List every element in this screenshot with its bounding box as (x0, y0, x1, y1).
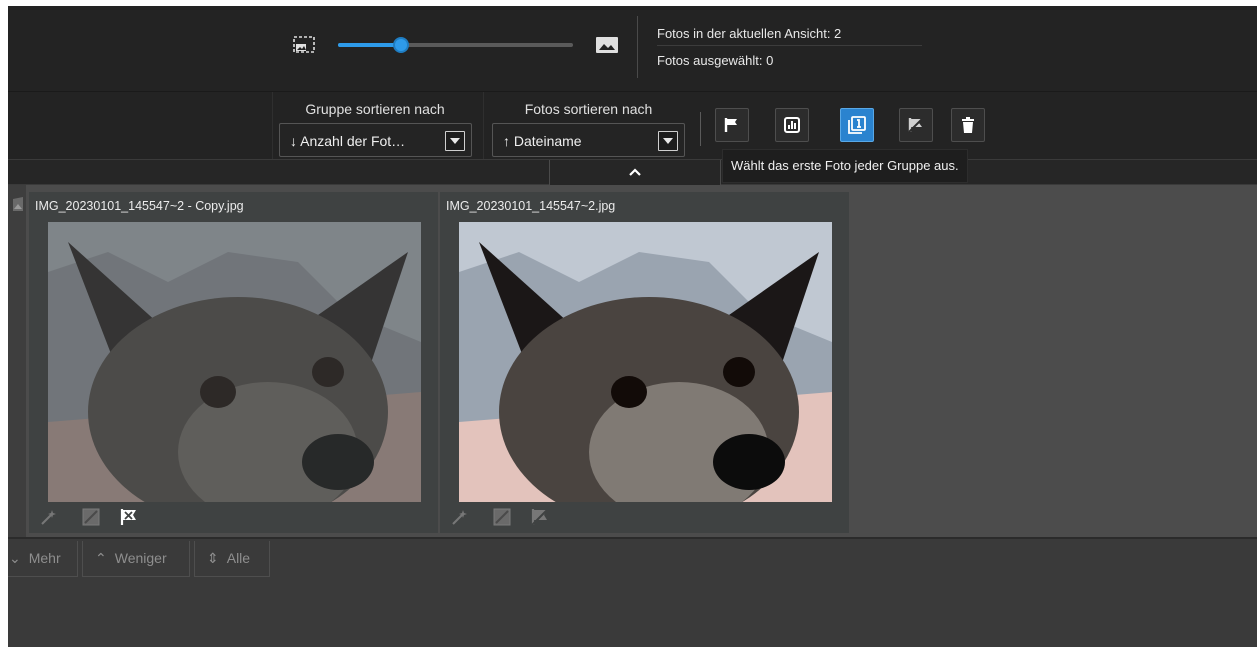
photo-thumbnail[interactable] (459, 222, 832, 502)
group-sort-value: ↓ Anzahl der Fot… (290, 133, 406, 149)
group-sort-select[interactable]: ↓ Anzahl der Fot… (279, 123, 472, 157)
photo-filename: IMG_20230101_145547~2.jpg (446, 199, 616, 213)
app-window: Fotos in der aktuellen Ansicht: 2 Fotos … (8, 6, 1257, 647)
photos-selected-count: Fotos ausgewählt: 0 (657, 53, 774, 68)
photo-sort-select[interactable]: ↑ Dateiname (492, 123, 685, 157)
top-bar: Fotos in der aktuellen Ansicht: 2 Fotos … (8, 6, 1257, 91)
group-sort-label: Gruppe sortieren nach (305, 101, 445, 117)
photo-group-area: IMG_20230101_145547~2 - Copy.jpg IMG_202… (8, 185, 1257, 537)
zoom-slider-handle[interactable] (393, 37, 410, 53)
select-first-button[interactable] (840, 108, 874, 142)
photo-sort-section: Fotos sortieren nach ↑ Dateiname (483, 92, 693, 160)
chart-icon (784, 117, 800, 133)
collapse-row (8, 159, 1257, 185)
zoom-in-icon[interactable] (595, 35, 619, 55)
zoom-slider[interactable] (338, 37, 573, 53)
image-icon (13, 197, 23, 211)
expand-vertical-icon: ⇕ (207, 550, 219, 566)
unflag-button[interactable] (899, 108, 933, 142)
collapse-toolbar-button[interactable] (549, 160, 721, 185)
photo-sort-value: ↑ Dateiname (503, 133, 582, 149)
show-more-button[interactable]: ⌄ Mehr (8, 541, 78, 577)
flag-icon[interactable] (119, 507, 139, 527)
photo-filename: IMG_20230101_145547~2 - Copy.jpg (35, 199, 244, 213)
show-all-button[interactable]: ⇕ Alle (194, 541, 270, 577)
photo-card[interactable]: IMG_20230101_145547~2.jpg (440, 192, 849, 533)
divider (657, 45, 922, 46)
show-less-button[interactable]: ⌃ Weniger (82, 541, 190, 577)
chevron-down-icon[interactable] (445, 131, 465, 151)
group-sidebar-strip (8, 185, 26, 537)
auto-select-icon[interactable] (39, 507, 59, 527)
photo-sort-label: Fotos sortieren nach (524, 101, 653, 117)
chevron-up-icon: ⌃ (95, 550, 107, 566)
delete-button[interactable] (951, 108, 985, 142)
photo-thumbnail[interactable] (48, 222, 421, 502)
reject-icon[interactable] (492, 507, 512, 527)
divider (637, 16, 638, 78)
flag-icon (724, 118, 737, 132)
trash-icon (962, 117, 974, 133)
flag-button[interactable] (715, 108, 749, 142)
zoom-slider-fill (338, 43, 402, 47)
photo-card[interactable]: IMG_20230101_145547~2 - Copy.jpg (29, 192, 438, 533)
select-first-icon (848, 116, 866, 134)
auto-select-icon[interactable] (450, 507, 470, 527)
reject-icon[interactable] (81, 507, 101, 527)
bottom-bar: ⌄ Mehr ⌃ Weniger ⇕ Alle (8, 537, 1257, 647)
unflag-icon (908, 117, 924, 133)
tooltip: Wählt das erste Foto jeder Gruppe aus. (722, 149, 968, 183)
chevron-down-icon: ⌄ (9, 550, 21, 566)
unflag-icon[interactable] (530, 507, 550, 527)
sort-toolbar: Gruppe sortieren nach ↓ Anzahl der Fot… … (8, 91, 1257, 160)
show-less-label: Weniger (114, 550, 167, 566)
divider (700, 112, 701, 146)
zoom-out-icon[interactable] (293, 36, 315, 54)
group-sort-section: Gruppe sortieren nach ↓ Anzahl der Fot… (272, 92, 477, 160)
photo-actions (29, 505, 438, 529)
chevron-down-icon[interactable] (658, 131, 678, 151)
show-more-label: Mehr (28, 550, 61, 566)
photos-in-view-count: Fotos in der aktuellen Ansicht: 2 (657, 26, 842, 41)
show-all-label: Alle (226, 550, 251, 566)
chevron-up-icon (629, 168, 641, 176)
histogram-button[interactable] (775, 108, 809, 142)
photo-actions (440, 505, 849, 529)
